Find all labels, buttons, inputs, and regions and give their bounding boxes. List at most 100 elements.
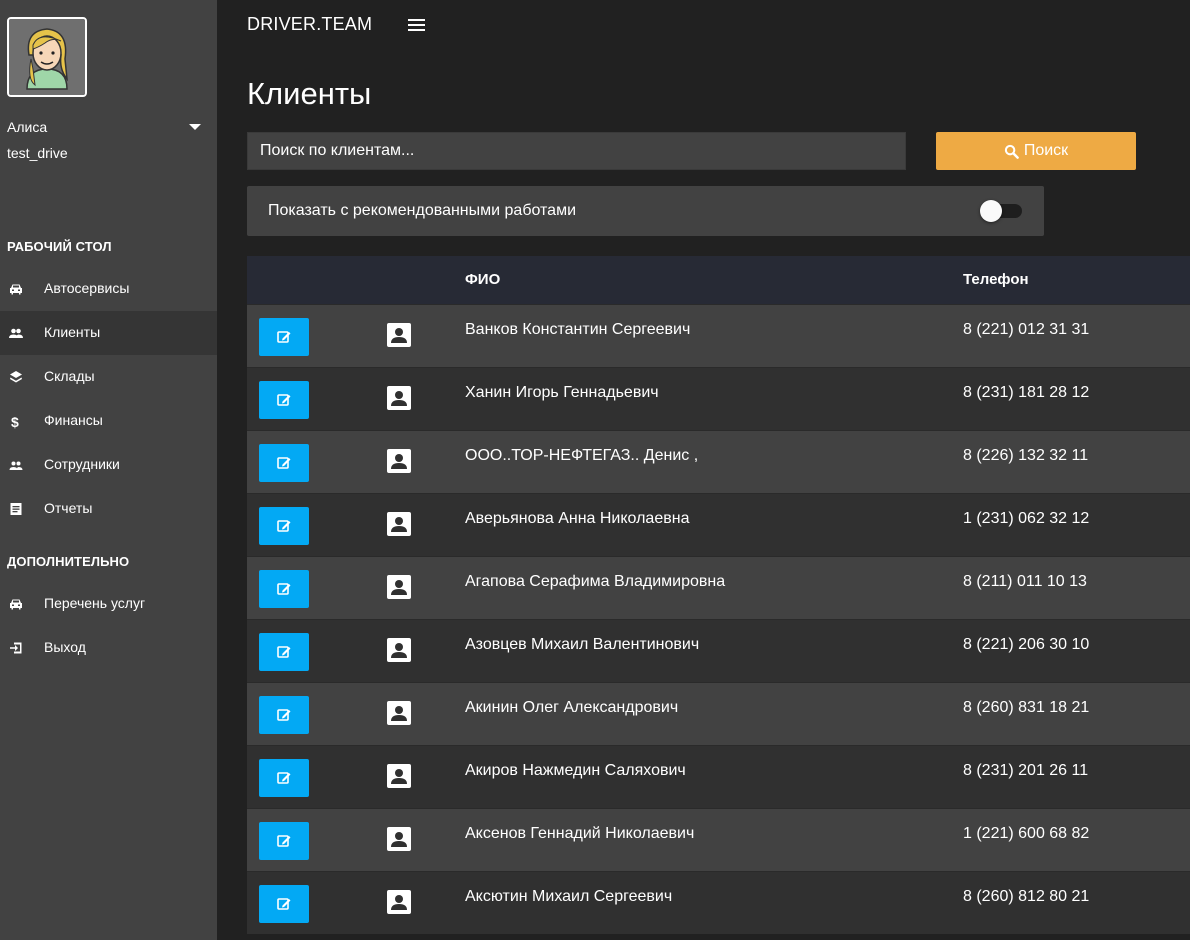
client-phone: 8 (221) 012 31 31 bbox=[963, 321, 1090, 338]
contact-card-icon[interactable] bbox=[386, 574, 412, 600]
sidebar-item-label: Автосервисы bbox=[44, 280, 130, 296]
search-button[interactable]: Поиск bbox=[936, 132, 1136, 170]
client-phone: 8 (211) 011 10 13 bbox=[963, 573, 1087, 590]
edit-client-button[interactable] bbox=[259, 570, 309, 608]
edit-client-button[interactable] bbox=[259, 822, 309, 860]
section-title-desktop: РАБОЧИЙ СТОЛ bbox=[7, 239, 112, 254]
sidebar-item-clients[interactable]: Клиенты bbox=[0, 311, 217, 355]
table-header: ФИО Телефон bbox=[247, 256, 1190, 304]
contact-card-icon[interactable] bbox=[386, 889, 412, 915]
edit-client-button[interactable] bbox=[259, 885, 309, 923]
table-row: Ханин Игорь Геннадьевич 8 (231) 181 28 12 bbox=[247, 367, 1190, 430]
layers-icon bbox=[10, 371, 22, 383]
contact-card-icon[interactable] bbox=[386, 322, 412, 348]
sidebar-item-label: Финансы bbox=[44, 412, 103, 428]
avatar[interactable] bbox=[7, 17, 87, 97]
search-button-label: Поиск bbox=[1023, 142, 1069, 159]
edit-client-button[interactable] bbox=[259, 318, 309, 356]
edit-icon bbox=[277, 898, 291, 910]
edit-icon bbox=[277, 331, 291, 343]
client-name[interactable]: Акиров Нажмедин Саляхович bbox=[465, 762, 686, 780]
contact-card-icon[interactable] bbox=[386, 385, 412, 411]
sidebar-item-label: Сотрудники bbox=[44, 456, 120, 472]
sidebar-item-reports[interactable]: Отчеты bbox=[0, 487, 217, 531]
sidebar-item-finances[interactable]: $ Финансы bbox=[0, 399, 217, 443]
edit-client-button[interactable] bbox=[259, 444, 309, 482]
avatar-image bbox=[9, 19, 85, 95]
user-menu-caret-icon[interactable] bbox=[189, 124, 201, 130]
clients-table: ФИО Телефон Ванков Константин Сергеевич 8… bbox=[247, 256, 1190, 934]
client-phone: 8 (226) 132 32 11 bbox=[963, 447, 1089, 464]
car-icon bbox=[10, 284, 22, 295]
table-body: Ванков Константин Сергеевич 8 (221) 012 3… bbox=[247, 304, 1190, 934]
client-name[interactable]: Аксютин Михаил Сергеевич bbox=[465, 888, 672, 906]
column-header-phone: Телефон bbox=[963, 271, 1029, 288]
brand-logo[interactable]: DRIVER.TEAM bbox=[247, 14, 372, 35]
sidebar-item-employees[interactable]: Сотрудники bbox=[0, 443, 217, 487]
menu-toggle-icon[interactable] bbox=[407, 17, 427, 33]
edit-icon bbox=[277, 709, 291, 721]
search-input[interactable] bbox=[247, 132, 906, 170]
page-title: Клиенты bbox=[247, 76, 372, 111]
contact-card-icon[interactable] bbox=[386, 448, 412, 474]
sidebar-item-autoservices[interactable]: Автосервисы bbox=[0, 267, 217, 311]
edit-icon bbox=[277, 520, 291, 532]
sidebar-item-label: Перечень услуг bbox=[44, 595, 146, 611]
contact-card-icon[interactable] bbox=[386, 637, 412, 663]
logout-icon bbox=[10, 642, 22, 654]
contact-card-icon[interactable] bbox=[386, 763, 412, 789]
edit-client-button[interactable] bbox=[259, 507, 309, 545]
sidebar-item-label: Клиенты bbox=[44, 324, 101, 340]
table-row: Аверьянова Анна Николаевна 1 (231) 062 32… bbox=[247, 493, 1190, 556]
table-row: ООО..ТОР-НЕФТЕГАЗ.. Денис , 8 (226) 132 3… bbox=[247, 430, 1190, 493]
edit-icon bbox=[277, 457, 291, 469]
client-name[interactable]: Акинин Олег Александрович bbox=[465, 699, 678, 717]
sidebar-item-services-list[interactable]: Перечень услуг bbox=[0, 582, 217, 626]
client-phone: 8 (260) 831 18 21 bbox=[963, 699, 1090, 716]
edit-client-button[interactable] bbox=[259, 696, 309, 734]
people-icon bbox=[9, 328, 23, 338]
table-row: Аксютин Михаил Сергеевич 8 (260) 812 80 2… bbox=[247, 871, 1190, 934]
contact-card-icon[interactable] bbox=[386, 511, 412, 537]
edit-client-button[interactable] bbox=[259, 759, 309, 797]
toggle-knob bbox=[980, 200, 1002, 222]
recommended-filter-toggle[interactable] bbox=[980, 200, 1022, 222]
svg-text:$: $ bbox=[11, 414, 19, 429]
client-phone: 8 (221) 206 30 10 bbox=[963, 636, 1090, 653]
user-name: Алиса bbox=[7, 119, 48, 135]
sidebar: Алиса test_drive РАБОЧИЙ СТОЛ Автосервис… bbox=[0, 0, 217, 940]
recommended-filter-panel: Показать с рекомендованными работами bbox=[247, 186, 1044, 236]
table-row: Акиров Нажмедин Саляхович 8 (231) 201 26 … bbox=[247, 745, 1190, 808]
edit-icon bbox=[277, 646, 291, 658]
client-phone: 8 (231) 201 26 11 bbox=[963, 762, 1089, 779]
column-header-name: ФИО bbox=[465, 271, 501, 288]
edit-icon bbox=[277, 583, 291, 595]
table-row: Агапова Серафима Владимировна 8 (211) 011… bbox=[247, 556, 1190, 619]
sidebar-item-warehouses[interactable]: Склады bbox=[0, 355, 217, 399]
client-name[interactable]: Аксенов Геннадий Николаевич bbox=[465, 825, 694, 843]
recommended-filter-label: Показать с рекомендованными работами bbox=[268, 202, 577, 219]
client-phone: 1 (221) 600 68 82 bbox=[963, 825, 1090, 842]
client-name[interactable]: Ханин Игорь Геннадьевич bbox=[465, 384, 659, 402]
client-phone: 8 (231) 181 28 12 bbox=[963, 384, 1090, 401]
contact-card-icon[interactable] bbox=[386, 826, 412, 852]
table-row: Ванков Константин Сергеевич 8 (221) 012 3… bbox=[247, 304, 1190, 367]
client-name[interactable]: Азовцев Михаил Валентинович bbox=[465, 636, 699, 654]
client-name[interactable]: Агапова Серафима Владимировна bbox=[465, 573, 725, 591]
edit-client-button[interactable] bbox=[259, 381, 309, 419]
client-phone: 1 (231) 062 32 12 bbox=[963, 510, 1090, 527]
table-row: Аксенов Геннадий Николаевич 1 (221) 600 6… bbox=[247, 808, 1190, 871]
client-name[interactable]: Аверьянова Анна Николаевна bbox=[465, 510, 689, 528]
table-row: Азовцев Михаил Валентинович 8 (221) 206 3… bbox=[247, 619, 1190, 682]
client-name[interactable]: Ванков Константин Сергеевич bbox=[465, 321, 690, 339]
report-icon bbox=[10, 503, 22, 515]
edit-icon bbox=[277, 772, 291, 784]
sidebar-item-logout[interactable]: Выход bbox=[0, 626, 217, 670]
dollar-icon: $ bbox=[11, 414, 19, 429]
section-title-extra: ДОПОЛНИТЕЛЬНО bbox=[7, 554, 130, 569]
search-icon bbox=[1004, 144, 1019, 159]
client-name[interactable]: ООО..ТОР-НЕФТЕГАЗ.. Денис , bbox=[465, 447, 698, 465]
edit-client-button[interactable] bbox=[259, 633, 309, 671]
sidebar-item-label: Выход bbox=[44, 639, 86, 655]
contact-card-icon[interactable] bbox=[386, 700, 412, 726]
